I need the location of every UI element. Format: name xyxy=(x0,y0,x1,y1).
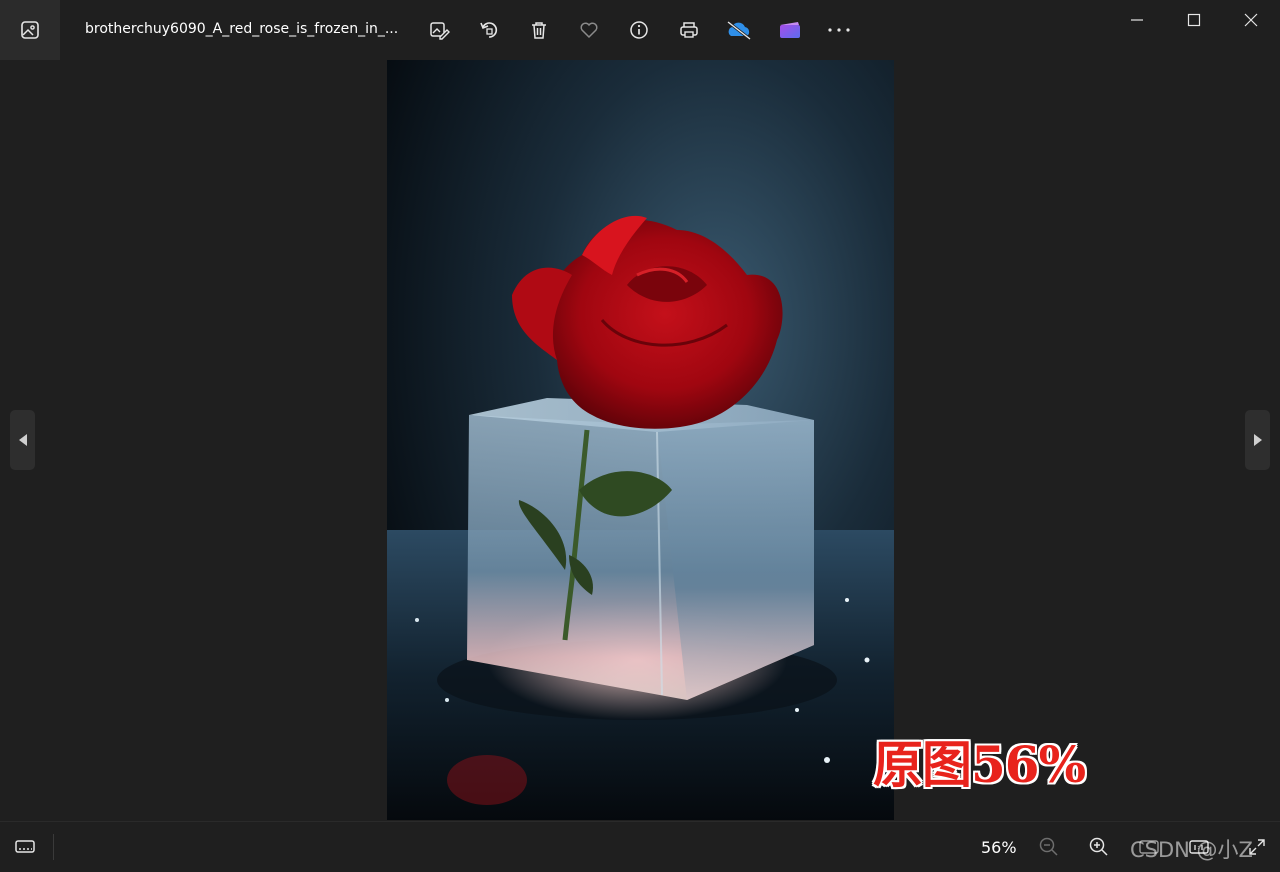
chevron-right-icon xyxy=(1253,434,1262,446)
more-button[interactable] xyxy=(825,16,853,44)
close-icon xyxy=(1244,13,1258,27)
favorite-heart-icon xyxy=(580,22,598,39)
filmstrip-button[interactable] xyxy=(12,834,38,860)
file-title: brotherchuy6090_A_red_rose_is_frozen_in_… xyxy=(85,21,399,37)
title-bar: brotherchuy6090_A_red_rose_is_frozen_in_… xyxy=(0,0,1280,60)
clipchamp-icon xyxy=(780,22,800,38)
info-button[interactable] xyxy=(625,16,653,44)
close-button[interactable] xyxy=(1223,0,1279,40)
print-icon xyxy=(680,22,698,38)
clipchamp-button[interactable] xyxy=(776,16,804,44)
previous-image-button[interactable] xyxy=(10,410,35,470)
zoom-in-button[interactable] xyxy=(1086,834,1112,860)
app-photos-button[interactable] xyxy=(0,0,60,60)
filmstrip-icon xyxy=(15,840,35,853)
chevron-left-icon xyxy=(18,434,27,446)
maximize-button[interactable] xyxy=(1166,0,1222,40)
print-button[interactable] xyxy=(675,16,703,44)
maximize-icon xyxy=(1187,13,1201,27)
onedrive-icon xyxy=(727,20,751,41)
delete-icon xyxy=(532,22,546,39)
minimize-icon xyxy=(1131,19,1143,21)
zoom-out-button[interactable] xyxy=(1036,834,1062,860)
csdn-watermark: CSDN @小Z xyxy=(1130,838,1253,862)
photos-app-icon xyxy=(21,21,39,39)
zoom-level: 56% xyxy=(981,838,1017,857)
onedrive-button[interactable] xyxy=(725,16,753,44)
minimize-button[interactable] xyxy=(1109,0,1165,40)
rotate-icon xyxy=(480,22,498,38)
zoom-in-icon xyxy=(1089,837,1108,856)
favorite-button[interactable] xyxy=(575,16,603,44)
status-divider xyxy=(53,834,54,860)
rotate-button[interactable] xyxy=(475,16,503,44)
edit-image-icon xyxy=(430,22,450,40)
zoom-out-icon xyxy=(1039,837,1058,856)
delete-button[interactable] xyxy=(525,16,553,44)
original-size-label: 原图56% xyxy=(873,735,1086,794)
more-icon xyxy=(828,28,850,32)
status-bar: 56% xyxy=(0,821,1280,872)
edit-image-button[interactable] xyxy=(425,16,453,44)
info-icon xyxy=(630,21,648,39)
next-image-button[interactable] xyxy=(1245,410,1270,470)
rose-in-ice-photo xyxy=(387,60,894,820)
